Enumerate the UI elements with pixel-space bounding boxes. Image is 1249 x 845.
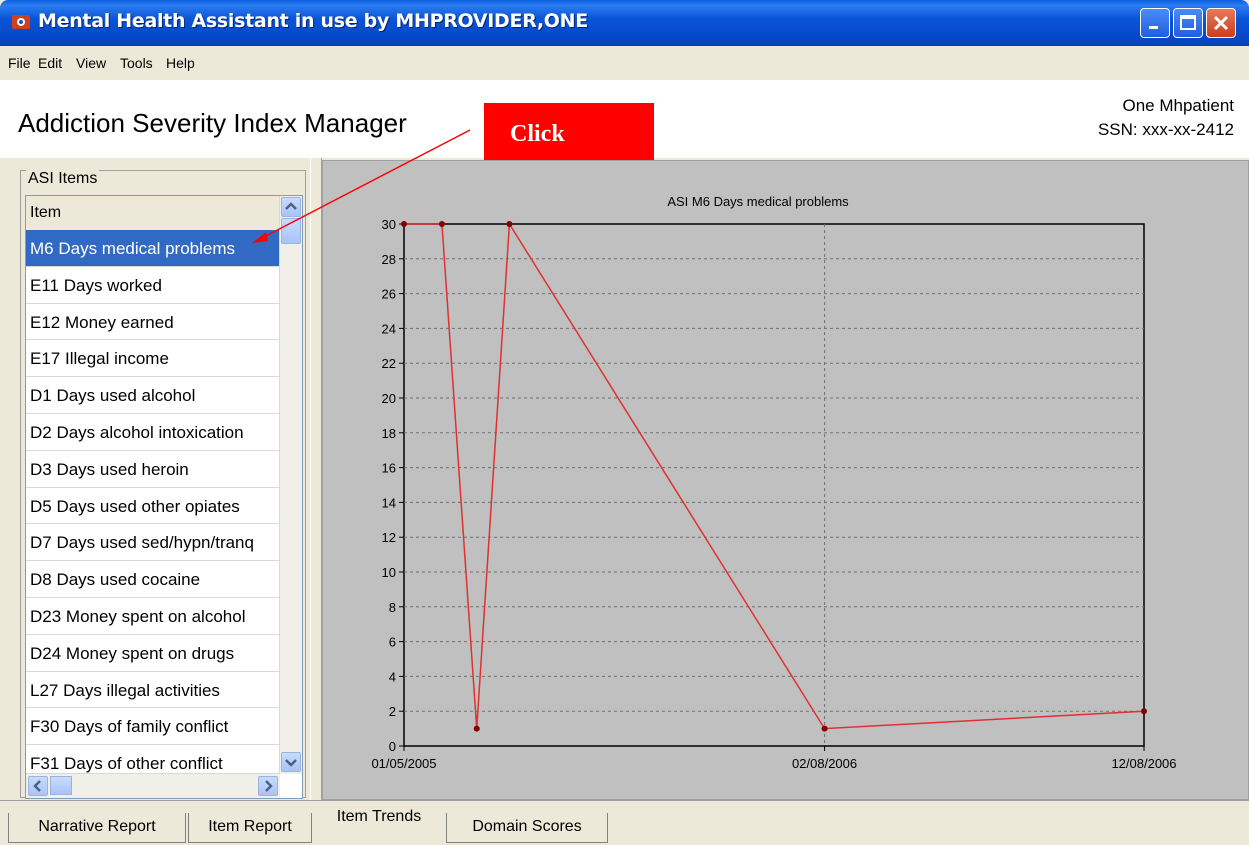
- y-tick-label: 26: [382, 287, 396, 302]
- data-point: [438, 221, 445, 227]
- x-tick-label: 01/05/2005: [371, 756, 436, 771]
- plot-area: [403, 223, 1145, 747]
- y-tick-label: 24: [382, 321, 396, 336]
- data-point: [473, 725, 480, 732]
- y-tick-label: 10: [382, 565, 396, 580]
- list-item[interactable]: E12 Money earned: [26, 304, 280, 341]
- tab-domain-scores[interactable]: Domain Scores: [446, 813, 608, 843]
- list-item[interactable]: D2 Days alcohol intoxication: [26, 414, 280, 451]
- y-tick-label: 20: [382, 391, 396, 406]
- scroll-thumb[interactable]: [281, 218, 301, 244]
- list-item[interactable]: E17 Illegal income: [26, 340, 280, 378]
- y-tick-label: 18: [382, 426, 396, 441]
- list-item[interactable]: M6 Days medical problems: [26, 230, 280, 267]
- chevron-right-icon: [265, 780, 273, 792]
- item-column-header[interactable]: Item: [26, 196, 280, 231]
- menu-file[interactable]: File: [8, 55, 31, 71]
- list-item[interactable]: D3 Days used heroin: [26, 451, 280, 488]
- menu-bar: File Edit View Tools Help: [0, 46, 1249, 81]
- list-horizontal-scrollbar[interactable]: [26, 773, 280, 798]
- data-point: [506, 221, 513, 227]
- asi-items-group-label: ASI Items: [26, 170, 100, 188]
- menu-view[interactable]: View: [76, 55, 106, 71]
- menu-help[interactable]: Help: [166, 55, 195, 71]
- list-item[interactable]: D8 Days used cocaine: [26, 561, 280, 598]
- trend-chart: ASI M6 Days medical problems 02468101214…: [371, 194, 1176, 771]
- window-title: Mental Health Assistant in use by MHPROV…: [38, 10, 588, 32]
- y-tick-label: 12: [382, 530, 396, 545]
- patient-ssn: SSN: xxx-xx-2412: [1097, 120, 1234, 139]
- list-item[interactable]: D24 Money spent on drugs: [26, 635, 280, 672]
- tab-bar: Narrative Report Item Report Item Trends…: [0, 800, 1249, 845]
- y-tick-label: 6: [389, 635, 396, 650]
- scroll-up-button[interactable]: [281, 197, 301, 217]
- y-tick-label: 0: [389, 739, 396, 754]
- data-point: [821, 725, 828, 732]
- x-tick-label: 12/08/2006: [1111, 756, 1176, 771]
- click-annotation: Click: [484, 103, 654, 160]
- click-annotation-label: Click: [510, 121, 565, 147]
- page-title: Addiction Severity Index Manager: [18, 108, 407, 138]
- minimize-icon: [1149, 26, 1158, 29]
- chevron-up-icon: [285, 202, 297, 210]
- list-item[interactable]: D7 Days used sed/hypn/tranq: [26, 524, 280, 562]
- close-button[interactable]: [1206, 8, 1236, 38]
- y-tick-label: 30: [382, 217, 396, 232]
- scroll-left-button[interactable]: [28, 776, 48, 796]
- menu-edit[interactable]: Edit: [38, 55, 62, 71]
- y-tick-label: 28: [382, 252, 396, 267]
- list-item[interactable]: D1 Days used alcohol: [26, 377, 280, 414]
- list-item[interactable]: F30 Days of family conflict: [26, 708, 280, 746]
- list-item[interactable]: D23 Money spent on alcohol: [26, 598, 280, 635]
- panel-splitter[interactable]: [310, 158, 322, 800]
- y-tick-label: 8: [389, 600, 396, 615]
- minimize-button[interactable]: [1140, 8, 1170, 38]
- x-tick-label: 02/08/2006: [792, 756, 857, 771]
- asi-items-list[interactable]: Item M6 Days medical problems E11 Days w…: [25, 195, 303, 799]
- horizontal-scroll-thumb[interactable]: [50, 776, 72, 795]
- window-title-bar[interactable]: Mental Health Assistant in use by MHPROV…: [0, 0, 1249, 46]
- y-tick-label: 22: [382, 356, 396, 371]
- tab-narrative-report[interactable]: Narrative Report: [8, 813, 186, 843]
- app-icon: [12, 15, 30, 29]
- maximize-button[interactable]: [1173, 8, 1203, 38]
- list-vertical-scrollbar[interactable]: [279, 196, 302, 774]
- item-column-header-label: Item: [30, 204, 62, 221]
- data-point: [1141, 708, 1147, 715]
- tab-item-trends[interactable]: Item Trends: [314, 803, 444, 843]
- y-tick-label: 2: [389, 704, 396, 719]
- chevron-down-icon: [285, 759, 297, 767]
- menu-tools[interactable]: Tools: [120, 55, 153, 71]
- maximize-icon: [1180, 15, 1196, 30]
- asi-items-rows: M6 Days medical problems E11 Days worked…: [26, 230, 280, 782]
- scroll-down-button[interactable]: [281, 752, 301, 772]
- scroll-right-button[interactable]: [258, 776, 278, 796]
- tab-item-report[interactable]: Item Report: [188, 813, 312, 843]
- y-tick-label: 14: [382, 495, 396, 510]
- chevron-left-icon: [33, 780, 41, 792]
- list-item[interactable]: L27 Days illegal activities: [26, 672, 280, 709]
- close-icon: [1213, 15, 1229, 31]
- patient-name: One Mhpatient: [1122, 96, 1234, 115]
- chart-title: ASI M6 Days medical problems: [667, 194, 849, 209]
- data-point: [401, 221, 407, 227]
- y-tick-label: 16: [382, 461, 396, 476]
- list-item[interactable]: D5 Days used other opiates: [26, 488, 280, 525]
- y-tick-label: 4: [389, 669, 396, 684]
- list-item[interactable]: E11 Days worked: [26, 267, 280, 304]
